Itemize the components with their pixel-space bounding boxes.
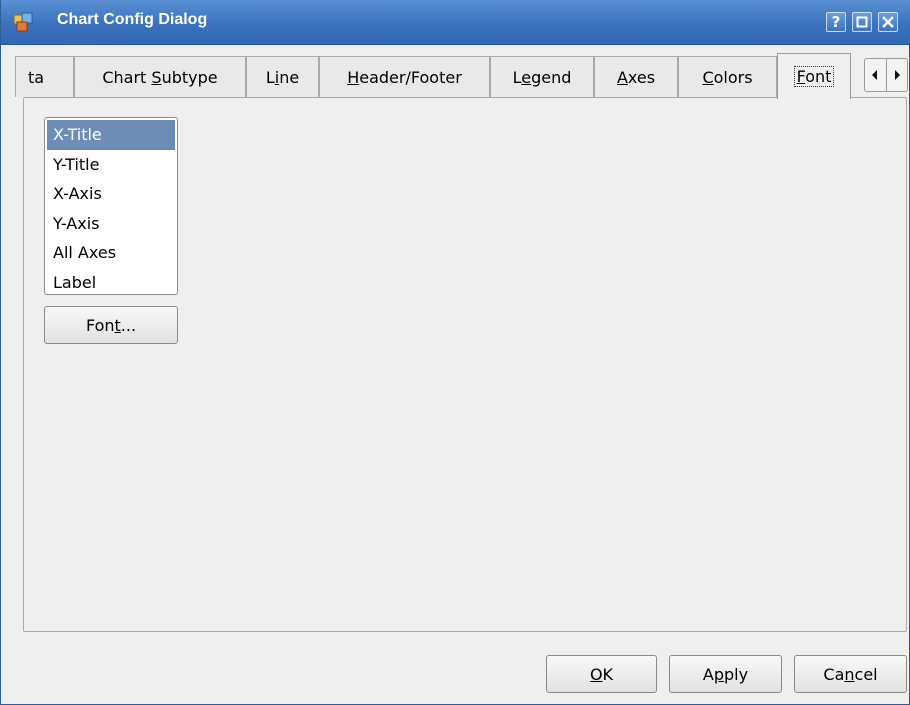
tab-chart-subtype[interactable]: Chart Subtype xyxy=(74,56,246,97)
help-icon: ? xyxy=(831,13,841,31)
tab-label: Chart Subtype xyxy=(102,67,218,87)
close-icon xyxy=(882,16,894,28)
tab-label: Font xyxy=(793,66,835,87)
tab-label: Axes xyxy=(616,67,656,87)
apply-button-label: Apply xyxy=(702,664,749,684)
tab-label: Line xyxy=(265,67,300,87)
tab-label: ta xyxy=(28,67,45,87)
help-button[interactable]: ? xyxy=(826,12,846,32)
tab-font[interactable]: Font xyxy=(777,53,851,99)
tab-header-footer[interactable]: Header/Footer xyxy=(319,56,490,97)
list-item-label[interactable]: Label xyxy=(47,268,175,298)
tab-bar: ta Chart Subtype Line Header/Footer Lege… xyxy=(15,53,910,99)
tab-legend[interactable]: Legend xyxy=(490,56,594,97)
list-item-y-title[interactable]: Y-Title xyxy=(47,150,175,180)
tab-label: Header/Footer xyxy=(347,67,462,87)
maximize-icon xyxy=(856,16,868,28)
tab-data[interactable]: ta xyxy=(15,56,74,97)
list-item-y-axis[interactable]: Y-Axis xyxy=(47,209,175,239)
cancel-button-label: Cancel xyxy=(823,664,878,684)
tab-label: Legend xyxy=(512,67,572,87)
font-target-list[interactable]: X-Title Y-Title X-Axis Y-Axis All Axes L… xyxy=(44,117,178,295)
ok-button[interactable]: OK xyxy=(546,655,657,693)
app-icon xyxy=(13,12,33,32)
chart-config-dialog: Chart Config Dialog ? ta Chart Subtype L… xyxy=(0,0,910,705)
tab-axes[interactable]: Axes xyxy=(594,56,678,97)
list-item-x-axis[interactable]: X-Axis xyxy=(47,179,175,209)
cancel-button[interactable]: Cancel xyxy=(794,655,907,693)
tab-colors[interactable]: Colors xyxy=(678,56,777,97)
close-button[interactable] xyxy=(878,12,898,32)
ok-button-label: OK xyxy=(589,664,614,684)
tab-scroll-right-button[interactable] xyxy=(885,59,908,91)
maximize-button[interactable] xyxy=(852,12,872,32)
list-item-x-title[interactable]: X-Title xyxy=(47,120,175,150)
arrow-left-icon xyxy=(872,70,878,80)
apply-button[interactable]: Apply xyxy=(669,655,782,693)
tab-scroll-left-button[interactable] xyxy=(865,59,886,91)
list-item-all-axes[interactable]: All Axes xyxy=(47,238,175,268)
window-title: Chart Config Dialog xyxy=(57,11,208,28)
tab-label: Colors xyxy=(702,67,753,87)
tab-scroll-buttons xyxy=(864,58,908,92)
font-button-label: Font... xyxy=(85,315,137,335)
arrow-right-icon xyxy=(894,70,900,80)
tab-line[interactable]: Line xyxy=(246,56,319,97)
font-button[interactable]: Font... xyxy=(44,306,178,344)
title-bar[interactable]: Chart Config Dialog ? xyxy=(1,0,910,45)
